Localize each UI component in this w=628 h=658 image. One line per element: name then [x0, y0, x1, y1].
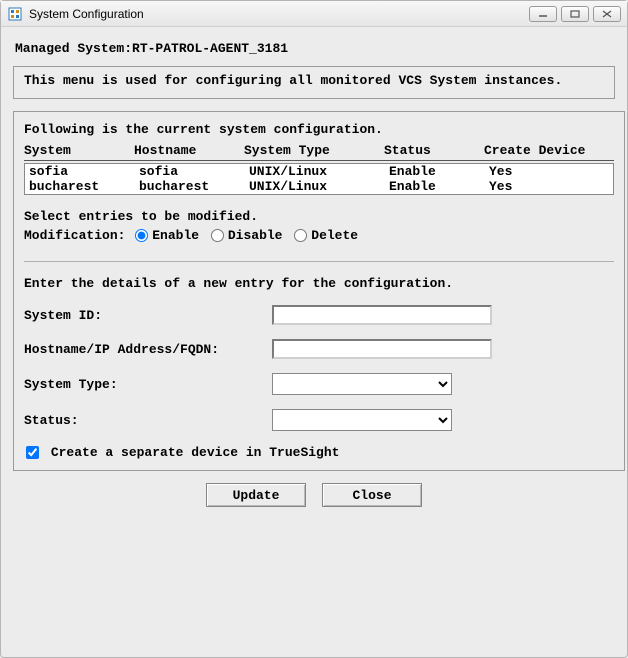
radio-enable[interactable]	[135, 229, 148, 242]
create-device-label-wrap[interactable]: Create a separate device in TrueSight	[24, 445, 339, 460]
info-panel: This menu is used for configuring all mo…	[13, 66, 615, 99]
window-frame: System Configuration Managed System:RT-P…	[0, 0, 628, 658]
separator	[24, 261, 614, 262]
select-entries-text: Select entries to be modified.	[24, 209, 614, 224]
cell-hostname: bucharest	[139, 179, 249, 194]
radio-enable-label[interactable]: Enable	[133, 228, 199, 243]
managed-system-heading: Managed System:RT-PATROL-AGENT_3181	[15, 41, 615, 56]
row-system-type: System Type:	[24, 373, 614, 395]
config-panel: Following is the current system configur…	[13, 111, 625, 471]
status-label: Status:	[24, 413, 272, 428]
table-row[interactable]: bucharest bucharest UNIX/Linux Enable Ye…	[25, 179, 613, 194]
modification-label: Modification:	[24, 228, 125, 243]
modification-row: Modification: Enable Disable Delete	[24, 228, 614, 243]
content-area: Managed System:RT-PATROL-AGENT_3181 This…	[1, 27, 627, 657]
app-icon	[7, 6, 23, 22]
radio-delete[interactable]	[294, 229, 307, 242]
update-button[interactable]: Update	[206, 483, 306, 507]
header-underline	[24, 160, 614, 161]
table-header: System Hostname System Type Status Creat…	[24, 143, 614, 158]
col-system: System	[24, 143, 134, 158]
col-create-device: Create Device	[484, 143, 604, 158]
hostname-input[interactable]	[272, 339, 492, 359]
cell-create-device: Yes	[489, 179, 609, 194]
radio-delete-label[interactable]: Delete	[292, 228, 358, 243]
radio-disable-text: Disable	[228, 228, 283, 243]
table-row[interactable]: sofia sofia UNIX/Linux Enable Yes	[25, 164, 613, 179]
col-status: Status	[384, 143, 484, 158]
cell-system: sofia	[29, 164, 139, 179]
cell-system-type: UNIX/Linux	[249, 179, 389, 194]
minimize-button[interactable]	[529, 6, 557, 22]
cell-status: Enable	[389, 164, 489, 179]
cell-create-device: Yes	[489, 164, 609, 179]
new-entry-text: Enter the details of a new entry for the…	[24, 276, 614, 291]
close-window-button[interactable]	[593, 6, 621, 22]
radio-disable[interactable]	[211, 229, 224, 242]
hostname-label: Hostname/IP Address/FQDN:	[24, 342, 272, 357]
radio-delete-text: Delete	[311, 228, 358, 243]
managed-system-label: Managed System:	[15, 41, 132, 56]
system-type-label: System Type:	[24, 377, 272, 392]
table-body[interactable]: sofia sofia UNIX/Linux Enable Yes buchar…	[24, 163, 614, 195]
cell-system-type: UNIX/Linux	[249, 164, 389, 179]
radio-disable-label[interactable]: Disable	[209, 228, 283, 243]
button-row: Update Close	[13, 483, 615, 507]
system-id-label: System ID:	[24, 308, 272, 323]
cell-status: Enable	[389, 179, 489, 194]
create-device-checkbox[interactable]	[26, 446, 39, 459]
create-device-label: Create a separate device in TrueSight	[51, 445, 340, 460]
info-text: This menu is used for configuring all mo…	[24, 73, 604, 88]
config-intro: Following is the current system configur…	[24, 122, 614, 137]
maximize-button[interactable]	[561, 6, 589, 22]
row-hostname: Hostname/IP Address/FQDN:	[24, 339, 614, 359]
create-device-row: Create a separate device in TrueSight	[24, 445, 614, 460]
window-title: System Configuration	[29, 7, 525, 21]
row-system-id: System ID:	[24, 305, 614, 325]
cell-system: bucharest	[29, 179, 139, 194]
col-system-type: System Type	[244, 143, 384, 158]
system-type-select[interactable]	[272, 373, 452, 395]
status-select[interactable]	[272, 409, 452, 431]
managed-system-value: RT-PATROL-AGENT_3181	[132, 41, 288, 56]
titlebar: System Configuration	[1, 1, 627, 27]
system-id-input[interactable]	[272, 305, 492, 325]
cell-hostname: sofia	[139, 164, 249, 179]
close-button[interactable]: Close	[322, 483, 422, 507]
radio-enable-text: Enable	[152, 228, 199, 243]
col-hostname: Hostname	[134, 143, 244, 158]
row-status: Status:	[24, 409, 614, 431]
